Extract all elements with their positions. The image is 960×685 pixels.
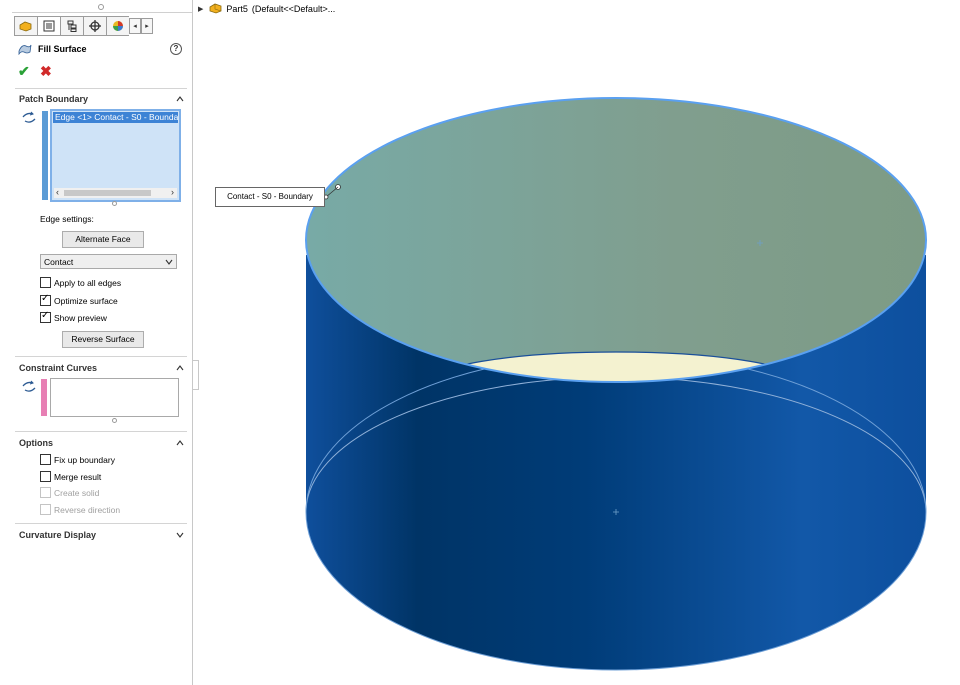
fix-up-boundary-label: Fix up boundary xyxy=(54,454,115,465)
checkmark-icon: ✓ xyxy=(41,310,50,321)
collapse-chevron-icon[interactable] xyxy=(176,95,184,103)
feature-manager-icon xyxy=(19,21,32,32)
cancel-button[interactable]: ✖ xyxy=(40,63,52,80)
edge-condition-select[interactable]: Contact xyxy=(40,254,177,269)
checkbox-box xyxy=(40,504,51,515)
boundary-edge-icon xyxy=(22,111,36,123)
manager-tabs: ◂ ▸ xyxy=(14,16,153,36)
tab-property-manager[interactable] xyxy=(37,16,60,36)
checkbox-box[interactable]: ✓ xyxy=(40,293,51,306)
reverse-direction-label: Reverse direction xyxy=(54,504,121,515)
patch-boundary-header[interactable]: Patch Boundary xyxy=(19,94,88,104)
tab-display-manager[interactable] xyxy=(106,16,129,36)
merge-result-label: Merge result xyxy=(54,471,102,482)
optimize-surface-checkbox[interactable]: ✓ Optimize surface xyxy=(40,293,118,306)
merge-result-checkbox[interactable]: Merge result xyxy=(40,471,101,482)
part-icon xyxy=(209,2,223,16)
panel-splitter-handle[interactable] xyxy=(192,360,199,390)
patch-boundary-list[interactable]: Edge <1> Contact - S0 - Boundary ‹ › xyxy=(42,109,181,202)
divider xyxy=(15,88,187,89)
divider xyxy=(15,356,187,357)
checkbox-box[interactable] xyxy=(40,277,51,288)
constraint-curves-list[interactable] xyxy=(41,378,179,417)
tab-scroll-left-icon[interactable]: ◂ xyxy=(129,18,141,34)
list-horizontal-scrollbar[interactable]: ‹ › xyxy=(54,187,177,198)
property-manager: ◂ ▸ Fill Surface ? ✔ ✖ Patch Boundary Ed… xyxy=(0,0,193,685)
config-name: (Default<<Default>... xyxy=(251,4,336,14)
constraint-curve-icon xyxy=(22,380,36,392)
edge-settings-label: Edge settings: xyxy=(40,214,94,224)
ok-button[interactable]: ✔ xyxy=(18,63,30,80)
fill-surface-icon xyxy=(18,44,32,55)
alternate-face-button[interactable]: Alternate Face xyxy=(62,231,144,248)
scroll-left-icon[interactable]: ‹ xyxy=(56,187,59,197)
tab-configuration-manager[interactable] xyxy=(60,16,83,36)
edge-condition-value: Contact xyxy=(44,257,74,267)
scroll-right-icon[interactable]: › xyxy=(171,187,174,197)
boundary-edge-item[interactable]: Edge <1> Contact - S0 - Boundary xyxy=(53,112,178,123)
show-preview-label: Show preview xyxy=(54,312,107,323)
checkbox-box[interactable] xyxy=(40,471,51,482)
collapse-chevron-icon[interactable] xyxy=(176,364,184,372)
feature-title-label: Fill Surface xyxy=(38,44,87,54)
divider xyxy=(12,12,192,13)
edge-callout-label[interactable]: Contact - S0 - Boundary xyxy=(215,187,325,207)
part-name[interactable]: Part5 xyxy=(226,4,248,14)
checkbox-box[interactable]: ✓ xyxy=(40,310,51,323)
scrollbar-thumb[interactable] xyxy=(64,190,151,196)
optimize-surface-label: Optimize surface xyxy=(54,295,118,306)
checkbox-box xyxy=(40,487,51,498)
display-manager-icon xyxy=(113,21,123,31)
create-solid-label: Create solid xyxy=(54,487,100,498)
panel-grip[interactable] xyxy=(98,4,104,10)
constraint-curves-header[interactable]: Constraint Curves xyxy=(19,363,97,373)
tab-feature-manager[interactable] xyxy=(14,16,37,36)
curvature-display-header[interactable]: Curvature Display xyxy=(19,530,96,540)
property-manager-icon xyxy=(43,20,55,32)
tab-dimxpert-manager[interactable] xyxy=(83,16,106,36)
reverse-direction-checkbox: Reverse direction xyxy=(40,504,120,515)
chevron-down-icon xyxy=(165,259,173,265)
options-header[interactable]: Options xyxy=(19,438,53,448)
configuration-manager-icon xyxy=(67,20,77,32)
crosshair-icon xyxy=(89,20,101,32)
help-icon[interactable]: ? xyxy=(170,43,182,55)
tab-scroll-right-icon[interactable]: ▸ xyxy=(141,18,153,34)
fix-up-boundary-checkbox[interactable]: Fix up boundary xyxy=(40,454,115,465)
checkmark-icon: ✓ xyxy=(41,293,50,304)
feature-title: Fill Surface xyxy=(18,43,87,55)
collapse-chevron-icon[interactable] xyxy=(176,439,184,447)
feature-tree-flyout[interactable]: ▶ Part5 (Default<<Default>... xyxy=(198,2,335,16)
expand-chevron-icon[interactable] xyxy=(176,531,184,539)
show-preview-checkbox[interactable]: ✓ Show preview xyxy=(40,310,107,323)
divider xyxy=(15,523,187,524)
create-solid-checkbox: Create solid xyxy=(40,487,99,498)
expand-arrow-icon[interactable]: ▶ xyxy=(198,5,203,13)
divider xyxy=(15,431,187,432)
list-resize-grip[interactable] xyxy=(112,201,117,206)
boundary-color-bar xyxy=(42,111,48,200)
checkbox-box[interactable] xyxy=(40,454,51,465)
apply-to-all-edges-checkbox[interactable]: Apply to all edges xyxy=(40,277,121,288)
apply-to-all-edges-label: Apply to all edges xyxy=(54,277,122,288)
list-resize-grip[interactable] xyxy=(112,418,117,423)
reverse-surface-button[interactable]: Reverse Surface xyxy=(62,331,144,348)
constraint-color-bar xyxy=(41,379,47,416)
